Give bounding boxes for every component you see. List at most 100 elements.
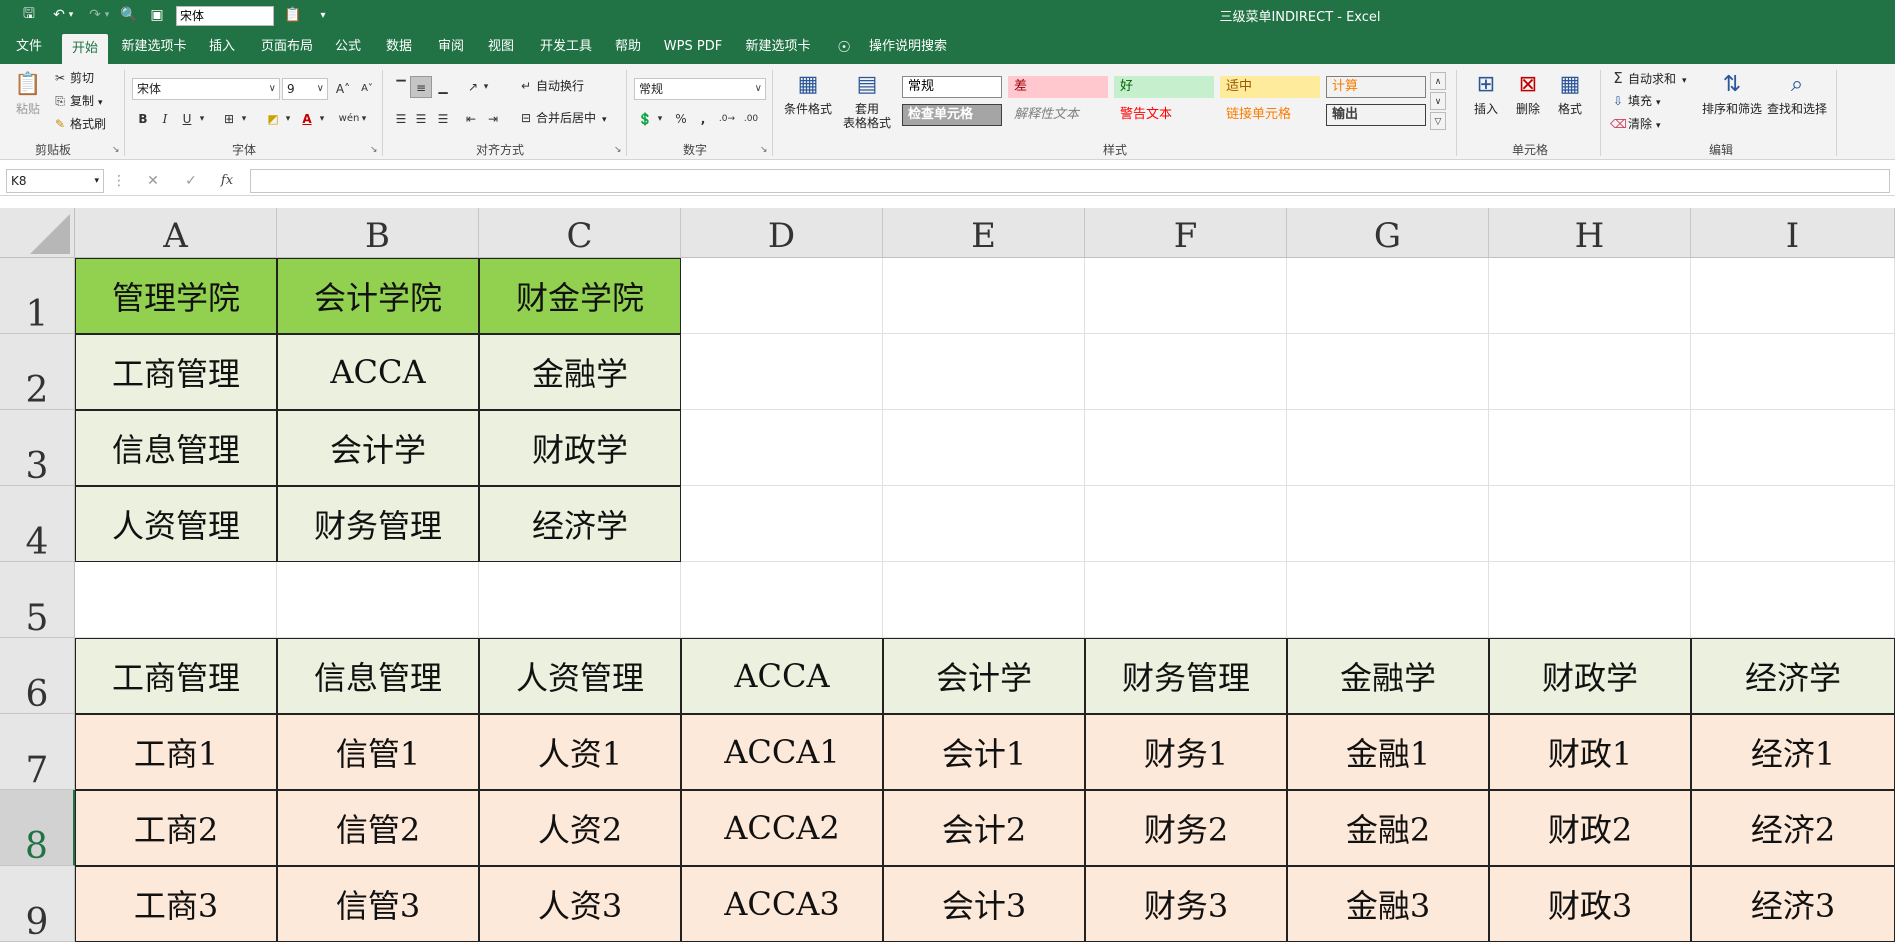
cell-b6[interactable]: 信息管理	[277, 638, 479, 714]
percent-button[interactable]: %	[670, 108, 692, 130]
decrease-indent-icon[interactable]: ⇤	[460, 108, 482, 130]
cell-c9[interactable]: 人资3	[479, 866, 681, 942]
cell-i2[interactable]	[1691, 334, 1895, 410]
table-format-button[interactable]: ▤ 套用 表格格式	[836, 70, 898, 130]
formula-input[interactable]	[250, 169, 1890, 193]
cell-e9[interactable]: 会计3	[883, 866, 1085, 942]
style-check-cell[interactable]: 检查单元格	[902, 104, 1002, 126]
row-header-3[interactable]: 3	[0, 410, 75, 487]
row-header-6[interactable]: 6	[0, 638, 75, 715]
customize-toolbar-icon[interactable]: ▾	[310, 0, 336, 30]
cell-f8[interactable]: 财务2	[1085, 790, 1287, 866]
borders-icon[interactable]: ⊞	[218, 108, 240, 130]
cell-d2[interactable]	[681, 334, 883, 410]
tab-file[interactable]: 文件	[12, 30, 46, 64]
cell-h8[interactable]: 财政2	[1489, 790, 1691, 866]
underline-button[interactable]: U	[176, 108, 198, 130]
lightbulb-icon[interactable]: ☉	[832, 30, 856, 64]
cell-a9[interactable]: 工商3	[75, 866, 277, 942]
cell-e6[interactable]: 会计学	[883, 638, 1085, 714]
column-header-f[interactable]: F	[1085, 208, 1287, 258]
copy-button[interactable]: ⎘ 复制 ▾	[52, 91, 102, 111]
decrease-font-icon[interactable]: A˅	[356, 78, 378, 100]
styles-more-icon[interactable]: ▽	[1430, 112, 1446, 130]
currency-icon[interactable]: 💲	[634, 108, 656, 130]
row-header-5[interactable]: 5	[0, 562, 75, 639]
bold-button[interactable]: B	[132, 108, 154, 130]
increase-font-icon[interactable]: A˄	[332, 78, 354, 100]
fill-color-icon[interactable]: ◩	[262, 108, 284, 130]
autosum-button[interactable]: Σ 自动求和 ▾	[1610, 68, 1686, 88]
clipboard-launcher-icon[interactable]: ↘	[112, 145, 120, 155]
alignment-launcher-icon[interactable]: ↘	[614, 145, 622, 155]
cell-d1[interactable]	[681, 258, 883, 334]
cell-a2[interactable]: 工商管理	[75, 334, 277, 410]
cell-i5[interactable]	[1691, 562, 1895, 638]
print-preview-icon[interactable]: 🔍	[116, 0, 142, 30]
style-explanatory[interactable]: 解释性文本	[1008, 104, 1108, 126]
cell-i1[interactable]	[1691, 258, 1895, 334]
cell-a5[interactable]	[75, 562, 277, 638]
cell-h6[interactable]: 财政学	[1489, 638, 1691, 714]
comma-button[interactable]: ,	[692, 108, 714, 130]
cell-c6[interactable]: 人资管理	[479, 638, 681, 714]
column-header-c[interactable]: C	[479, 208, 681, 258]
number-launcher-icon[interactable]: ↘	[760, 145, 768, 155]
row-header-7[interactable]: 7	[0, 714, 75, 791]
column-header-b[interactable]: B	[277, 208, 479, 258]
row-header-4[interactable]: 4	[0, 486, 75, 563]
cell-c2[interactable]: 金融学	[479, 334, 681, 410]
style-bad[interactable]: 差	[1008, 76, 1108, 98]
cell-f5[interactable]	[1085, 562, 1287, 638]
format-painter-button[interactable]: ✎ 格式刷	[52, 114, 106, 134]
cell-d4[interactable]	[681, 486, 883, 562]
cell-b5[interactable]	[277, 562, 479, 638]
increase-indent-icon[interactable]: ⇥	[482, 108, 504, 130]
column-header-h[interactable]: H	[1489, 208, 1691, 258]
format-cells-button[interactable]: ▦ 格式	[1550, 70, 1590, 116]
font-color-dropdown-icon[interactable]: ▾	[316, 108, 328, 130]
enter-icon[interactable]: ✓	[178, 169, 204, 193]
align-center-icon[interactable]: ☰	[410, 108, 432, 130]
cell-d3[interactable]	[681, 410, 883, 486]
style-output[interactable]: 输出	[1326, 104, 1426, 126]
style-normal[interactable]: 常规	[902, 76, 1002, 98]
phonetic-dropdown-icon[interactable]: ▾	[358, 108, 370, 130]
cell-h3[interactable]	[1489, 410, 1691, 486]
tell-me-search[interactable]: 操作说明搜索	[858, 30, 958, 64]
tab-formulas[interactable]: 公式	[332, 30, 364, 64]
cell-c1[interactable]: 财金学院	[479, 258, 681, 334]
column-header-a[interactable]: A	[75, 208, 277, 258]
tab-data[interactable]: 数据	[382, 30, 416, 64]
cell-f4[interactable]	[1085, 486, 1287, 562]
insert-function-icon[interactable]: fx	[214, 169, 240, 193]
column-header-i[interactable]: I	[1691, 208, 1895, 258]
cell-i8[interactable]: 经济2	[1691, 790, 1895, 866]
cell-i7[interactable]: 经济1	[1691, 714, 1895, 790]
tab-view[interactable]: 视图	[484, 30, 518, 64]
cut-button[interactable]: ✂ 剪切	[52, 68, 94, 88]
tab-home[interactable]: 开始	[62, 34, 108, 64]
cell-g5[interactable]	[1287, 562, 1489, 638]
style-neutral[interactable]: 适中	[1220, 76, 1320, 98]
phonetic-icon[interactable]: wén	[338, 108, 360, 130]
cell-b9[interactable]: 信管3	[277, 866, 479, 942]
cell-f9[interactable]: 财务3	[1085, 866, 1287, 942]
cell-a7[interactable]: 工商1	[75, 714, 277, 790]
cell-e7[interactable]: 会计1	[883, 714, 1085, 790]
row-header-1[interactable]: 1	[0, 258, 75, 335]
wrap-text-button[interactable]: ↵ 自动换行	[518, 76, 584, 96]
cell-h5[interactable]	[1489, 562, 1691, 638]
paste-special-icon[interactable]: 📋	[280, 0, 306, 30]
cell-f6[interactable]: 财务管理	[1085, 638, 1287, 714]
cell-d7[interactable]: ACCA1	[681, 714, 883, 790]
cell-b7[interactable]: 信管1	[277, 714, 479, 790]
tab-wps-pdf[interactable]: WPS PDF	[660, 30, 726, 64]
cell-b4[interactable]: 财务管理	[277, 486, 479, 562]
row-header-2[interactable]: 2	[0, 334, 75, 411]
cell-e4[interactable]	[883, 486, 1085, 562]
increase-decimal-icon[interactable]: .0→	[716, 108, 738, 130]
cell-f7[interactable]: 财务1	[1085, 714, 1287, 790]
cell-d9[interactable]: ACCA3	[681, 866, 883, 942]
cell-a3[interactable]: 信息管理	[75, 410, 277, 486]
